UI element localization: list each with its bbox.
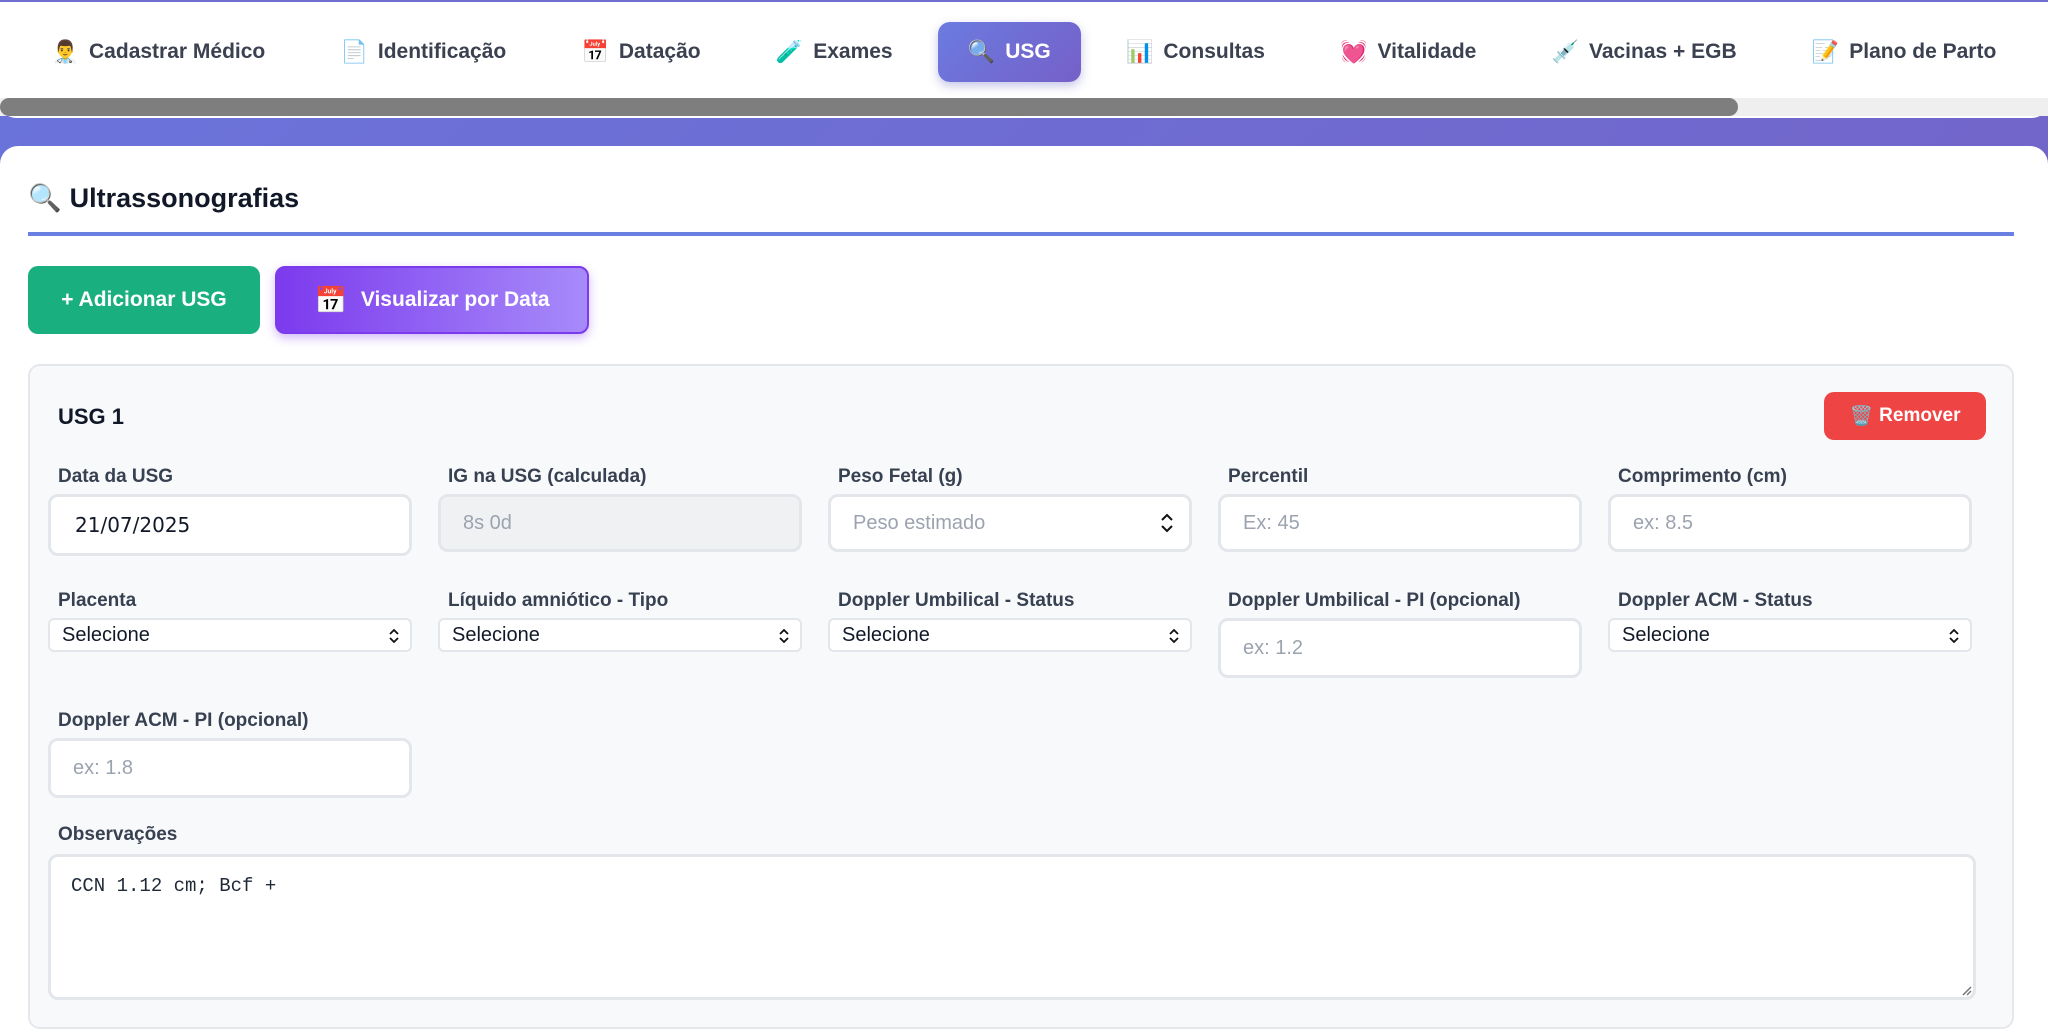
ig-usg-label: IG na USG (calculada): [448, 466, 647, 487]
tab-vitalidade[interactable]: 💓 Vitalidade: [1310, 22, 1506, 82]
placenta-select[interactable]: Selecione: [48, 618, 412, 652]
placenta-select-value: Selecione: [62, 623, 150, 646]
tab-label: Vacinas + EGB: [1588, 40, 1737, 63]
ig-usg-input[interactable]: [438, 494, 802, 552]
tab-scrollbar-track[interactable]: [0, 98, 2048, 116]
observacoes-textarea[interactable]: CCN 1.12 cm; Bcf +: [48, 854, 1976, 1000]
bar-chart-icon: 📊: [1125, 39, 1154, 64]
data-usg-input[interactable]: [48, 494, 412, 556]
magnifier-icon: 🔍: [967, 39, 996, 64]
doppler-umbilical-status-value: Selecione: [842, 623, 930, 646]
select-chevron-icon: [389, 628, 399, 644]
doppler-acm-status-label: Doppler ACM - Status: [1618, 590, 1813, 611]
data-usg-label: Data da USG: [58, 466, 174, 487]
placenta-label: Placenta: [58, 590, 137, 611]
comprimento-input[interactable]: [1608, 494, 1972, 552]
resize-grip-icon[interactable]: [1960, 984, 1972, 996]
doppler-umbilical-status-select[interactable]: Selecione: [828, 618, 1192, 652]
tab-consultas[interactable]: 📊 Consultas: [1096, 22, 1295, 82]
tab-label: Vitalidade: [1377, 40, 1477, 63]
liquido-select-value: Selecione: [452, 623, 540, 646]
calendar-icon: 📅: [581, 39, 609, 64]
select-chevron-icon: [1949, 628, 1959, 644]
test-tube-icon: 🧪: [775, 39, 804, 64]
peso-fetal-label: Peso Fetal (g): [838, 466, 963, 487]
usg-entry-panel: USG 1 🗑️ Remover Data da USG IG na USG (…: [28, 364, 2014, 1029]
tab-vacinas-egb[interactable]: 💉 Vacinas + EGB: [1522, 22, 1767, 82]
liquido-select[interactable]: Selecione: [438, 618, 802, 652]
section-title-text: Ultrassonografias: [69, 182, 300, 213]
doctor-icon: 👨‍⚕️: [51, 39, 80, 64]
usg-entry-title: USG 1: [58, 404, 125, 429]
percentil-label: Percentil: [1228, 466, 1309, 487]
tab-cadastrar-medico[interactable]: 👨‍⚕️ Cadastrar Médico: [22, 22, 296, 82]
tab-label: Exames: [813, 40, 893, 63]
tab-label: Datação: [618, 40, 701, 63]
view-by-date-button[interactable]: 📅 Visualizar por Data: [275, 266, 589, 334]
doppler-acm-pi-label: Doppler ACM - PI (opcional): [58, 710, 309, 731]
doppler-acm-status-select[interactable]: Selecione: [1608, 618, 1972, 652]
comprimento-label: Comprimento (cm): [1618, 466, 1787, 487]
doppler-acm-pi-input[interactable]: [48, 738, 412, 798]
tab-label: Plano de Parto: [1849, 40, 1997, 63]
number-stepper-icon[interactable]: [1160, 512, 1174, 534]
syringe-icon: 💉: [1551, 39, 1579, 64]
tab-label: USG: [1005, 40, 1051, 63]
tab-exames[interactable]: 🧪 Exames: [746, 22, 923, 82]
magnifier-icon: 🔍: [28, 183, 62, 213]
tab-list: 👨‍⚕️ Cadastrar Médico 📄 Identificação 📅 …: [0, 20, 2048, 84]
section-divider: [28, 232, 2014, 236]
tab-datacao[interactable]: 📅 Datação: [551, 22, 730, 82]
peso-fetal-wrapper: [828, 494, 1192, 552]
usg-section-card: 🔍 Ultrassonografias + Adicionar USG 📅 Vi…: [0, 146, 2048, 1029]
trash-icon: 🗑️: [1849, 406, 1874, 427]
memo-icon: 📝: [1811, 39, 1840, 64]
peso-fetal-input[interactable]: [828, 494, 1192, 552]
doppler-umbilical-status-label: Doppler Umbilical - Status: [838, 590, 1075, 611]
observacoes-label: Observações: [58, 824, 178, 845]
tab-plano-de-parto[interactable]: 📝 Plano de Parto: [1782, 22, 2026, 82]
tab-label: Consultas: [1163, 40, 1265, 63]
document-icon: 📄: [340, 39, 368, 64]
section-title: 🔍 Ultrassonografias: [28, 182, 299, 214]
heart-pulse-icon: 💓: [1340, 39, 1368, 64]
tab-usg[interactable]: 🔍 USG: [937, 22, 1081, 82]
remove-usg-button[interactable]: 🗑️ Remover: [1824, 392, 1986, 440]
doppler-acm-status-value: Selecione: [1622, 623, 1710, 646]
view-by-date-label: Visualizar por Data: [360, 288, 550, 311]
liquido-label: Líquido amniótico - Tipo: [448, 590, 669, 611]
top-nav-bar: 👨‍⚕️ Cadastrar Médico 📄 Identificação 📅 …: [0, 0, 2048, 118]
select-chevron-icon: [1169, 628, 1179, 644]
tab-label: Cadastrar Médico: [89, 40, 266, 63]
percentil-input[interactable]: [1218, 494, 1582, 552]
tab-label: Identificação: [377, 40, 507, 63]
tab-scrollbar-thumb[interactable]: [0, 98, 1738, 116]
add-usg-button[interactable]: + Adicionar USG: [28, 266, 260, 334]
select-chevron-icon: [779, 628, 789, 644]
doppler-umbilical-pi-input[interactable]: [1218, 618, 1582, 678]
remove-label: Remover: [1879, 405, 1961, 426]
doppler-umbilical-pi-label: Doppler Umbilical - PI (opcional): [1228, 590, 1521, 611]
calendar-icon: 📅: [314, 284, 347, 315]
tab-identificacao[interactable]: 📄 Identificação: [310, 22, 536, 82]
